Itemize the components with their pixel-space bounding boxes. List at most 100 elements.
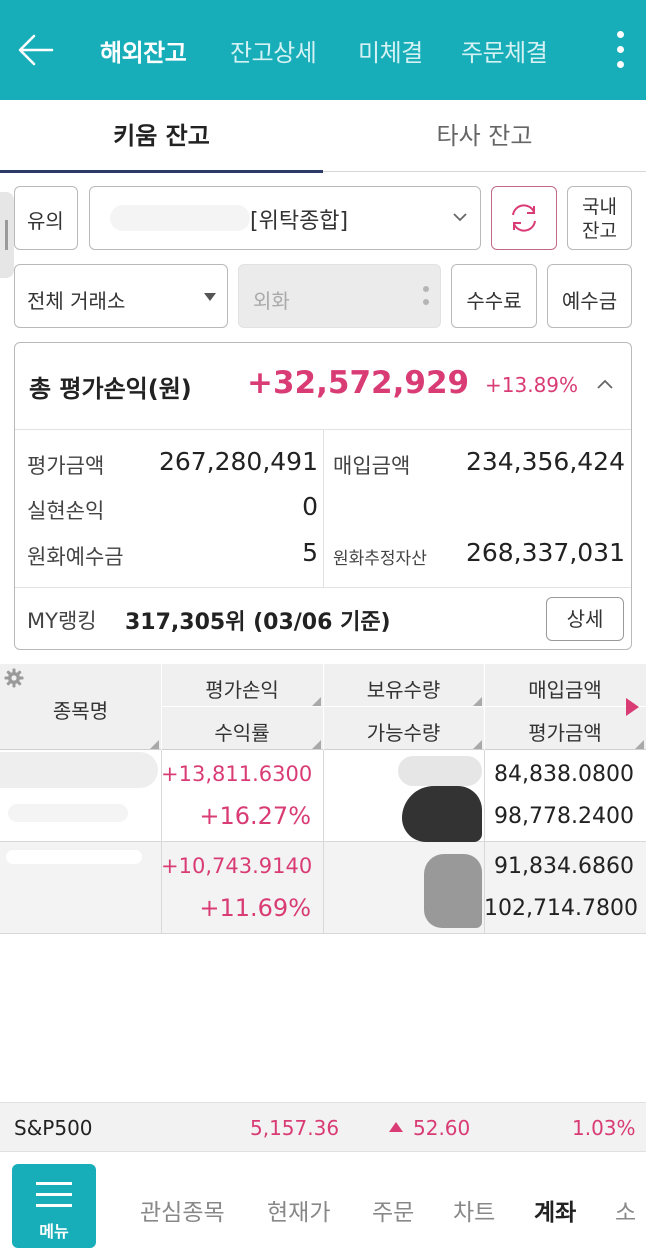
my-ranking-value: 317,305위 (03/06 기준) — [125, 610, 391, 635]
currency-placeholder: 외화 — [253, 289, 290, 313]
table-row[interactable]: +13,811.6300 +16.27% 84,838.0800 98,778.… — [0, 750, 646, 842]
scroll-right-arrow-icon[interactable] — [626, 698, 639, 716]
col-header-purchase[interactable]: 매입금액 — [484, 674, 646, 703]
index-ticker[interactable]: S&P500 5,157.36 52.60 1.03% — [0, 1102, 646, 1152]
krw-deposit-label: 원화예수금 — [27, 545, 124, 569]
divider — [161, 706, 646, 707]
account-type: [위탁종합] — [250, 209, 349, 234]
nav-current-price[interactable]: 현재가 — [267, 1193, 330, 1227]
row-pl: +13,811.6300 — [161, 762, 313, 786]
gear-icon[interactable] — [4, 668, 24, 688]
bottom-navigation: 메뉴 관심종목 현재가 주문 차트 계좌 소 — [0, 1152, 646, 1260]
domestic-balance-line1: 국내 — [582, 196, 617, 218]
sort-indicator-icon — [635, 740, 644, 749]
row-rate: +16.27% — [199, 802, 311, 830]
exchange-value: 전체 거래소 — [27, 289, 126, 313]
more-options-icon[interactable] — [606, 28, 634, 72]
tab-overseas-balance[interactable]: 해외잔고 — [100, 33, 187, 68]
refresh-icon — [512, 204, 536, 232]
col-header-rate[interactable]: 수익률 — [161, 717, 323, 746]
balance-source-tabs: 키움 잔고 타사 잔고 — [0, 100, 646, 173]
sort-indicator-icon — [150, 740, 159, 749]
ticker-change-pct: 1.03% — [572, 1116, 636, 1140]
chevron-down-icon — [453, 213, 467, 222]
row-eval: 102,714.7800 — [484, 896, 638, 921]
deposit-button[interactable]: 예수금 — [547, 264, 632, 328]
col-header-name[interactable]: 종목명 — [0, 695, 161, 724]
masked-available-quantity — [402, 786, 482, 842]
purchase-amount-label: 매입금액 — [333, 454, 411, 478]
sort-indicator-icon — [312, 697, 321, 706]
sort-indicator-icon — [473, 697, 482, 706]
tab-balance-detail[interactable]: 잔고상세 — [230, 33, 317, 68]
total-pl-title: 총 평가손익(원) — [29, 375, 192, 403]
ranking-detail-button[interactable]: 상세 — [546, 597, 624, 641]
stepper-dot-icon — [423, 286, 429, 292]
masked-quantity — [424, 854, 482, 928]
fee-label: 수수료 — [466, 289, 522, 313]
side-drawer-handle[interactable] — [0, 192, 14, 278]
tab-unfilled[interactable]: 미체결 — [358, 33, 423, 68]
row-eval: 98,778.2400 — [494, 804, 634, 829]
krw-deposit-value: 5 — [302, 538, 318, 567]
hamburger-icon — [36, 1193, 72, 1196]
hamburger-icon — [36, 1182, 72, 1185]
col-header-pl[interactable]: 평가손익 — [161, 674, 323, 703]
ticker-price: 5,157.36 — [250, 1116, 340, 1140]
domestic-balance-button[interactable]: 국내 잔고 — [567, 186, 632, 250]
chevron-up-icon[interactable] — [595, 377, 615, 391]
row-pl: +10,743.9140 — [161, 854, 313, 878]
my-ranking-label: MY랭킹 — [27, 609, 97, 633]
nav-account[interactable]: 계좌 — [534, 1193, 576, 1227]
masked-quantity — [398, 756, 482, 786]
krw-est-asset-label: 원화추정자산 — [333, 549, 427, 569]
notice-button[interactable]: 유의 — [14, 186, 78, 250]
row-rate: +11.69% — [199, 894, 311, 922]
masked-account-number — [110, 205, 250, 231]
menu-label: 메뉴 — [39, 1222, 69, 1241]
exchange-select[interactable]: 전체 거래소 — [14, 264, 228, 328]
col-header-eval[interactable]: 평가금액 — [484, 717, 646, 746]
total-pl-value: +32,572,929 — [247, 365, 470, 401]
total-pl-rate: +13.89% — [485, 373, 579, 397]
app-header: 해외잔고 잔고상세 미체결 주문체결 — [0, 0, 646, 100]
up-triangle-icon — [389, 1122, 403, 1132]
divider — [323, 842, 324, 934]
nav-more[interactable]: 소 — [615, 1193, 636, 1227]
back-arrow-icon[interactable] — [14, 28, 58, 72]
masked-stock-name — [6, 850, 142, 864]
eval-amount-label: 평가금액 — [27, 454, 105, 478]
nav-order[interactable]: 주문 — [372, 1193, 414, 1227]
tab-order-executions[interactable]: 주문체결 — [461, 33, 548, 68]
tab-other-broker-balance[interactable]: 타사 잔고 — [323, 100, 646, 172]
masked-stock-name — [0, 752, 158, 788]
sort-indicator-icon — [312, 740, 321, 749]
ticker-name: S&P500 — [14, 1116, 93, 1140]
krw-est-asset-value: 268,337,031 — [465, 538, 625, 567]
menu-button[interactable]: 메뉴 — [12, 1164, 96, 1248]
purchase-amount-value: 234,356,424 — [465, 447, 625, 476]
notice-label: 유의 — [27, 209, 64, 233]
pl-summary-card: 총 평가손익(원) +32,572,929 +13.89% 평가금액 267,2… — [14, 342, 632, 650]
tab-kiwoom-balance[interactable]: 키움 잔고 — [0, 100, 323, 173]
sort-indicator-icon — [473, 740, 482, 749]
refresh-button[interactable] — [491, 186, 557, 250]
fee-button[interactable]: 수수료 — [451, 264, 537, 328]
col-header-qty[interactable]: 보유수량 — [323, 674, 484, 703]
nav-watchlist[interactable]: 관심종목 — [140, 1193, 225, 1227]
divider — [15, 587, 631, 588]
col-header-avail-qty[interactable]: 가능수량 — [323, 717, 484, 746]
realized-pl-value: 0 — [302, 492, 318, 521]
divider — [323, 750, 324, 842]
stepper-dot-icon — [423, 299, 429, 305]
divider — [323, 429, 324, 587]
nav-chart[interactable]: 차트 — [453, 1193, 495, 1227]
domestic-balance-line2: 잔고 — [582, 220, 617, 242]
eval-amount-value: 267,280,491 — [158, 447, 318, 476]
account-select[interactable]: [위탁종합] — [89, 186, 481, 250]
currency-select[interactable]: 외화 — [238, 264, 441, 328]
dropdown-triangle-icon — [204, 293, 216, 301]
table-row[interactable]: +10,743.9140 +11.69% 91,834.6860 102,714… — [0, 842, 646, 934]
hamburger-icon — [36, 1204, 72, 1207]
holdings-table-header: 종목명 평가손익 수익률 보유수량 가능수량 매입금액 평가금액 — [0, 664, 646, 750]
